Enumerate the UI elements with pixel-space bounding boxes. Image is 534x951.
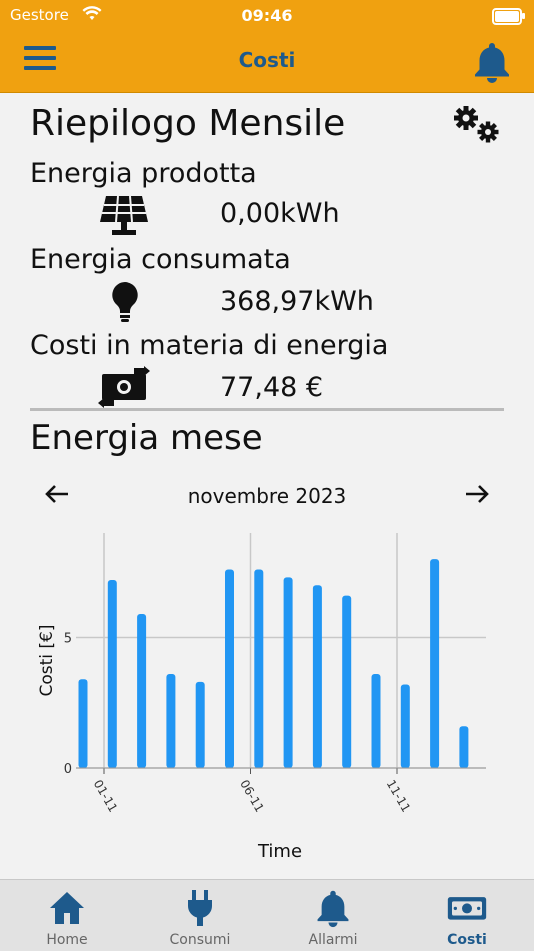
bar-02-11 — [107, 580, 117, 768]
bar-11-11 — [371, 674, 381, 768]
bar-13-11 — [430, 559, 440, 768]
x-tick-label: 01-11 — [91, 777, 121, 814]
bar-08-11 — [283, 577, 293, 768]
tab-home[interactable]: Home — [0, 880, 134, 951]
month-label: novembre 2023 — [187, 484, 347, 508]
clock: 09:46 — [241, 6, 293, 25]
y-axis-label: Costi [€] — [37, 624, 57, 696]
bar-14-11 — [459, 726, 469, 768]
battery-icon — [492, 8, 525, 25]
y-tick-label: 5 — [64, 631, 72, 646]
section-divider — [30, 408, 504, 411]
produced-label: Energia prodotta — [30, 158, 257, 189]
bar-09-11 — [312, 585, 322, 768]
tab-label-allarmi: Allarmi — [308, 932, 358, 948]
page-title: Costi — [238, 48, 296, 72]
tab-allarmi[interactable]: Allarmi — [266, 880, 400, 951]
status-bar: Gestore 09:46 — [0, 0, 534, 32]
bar-06-11 — [225, 569, 234, 768]
consumed-label: Energia consumata — [30, 244, 291, 275]
arrow-right-icon[interactable] — [464, 484, 490, 504]
tab-label-home: Home — [46, 932, 88, 948]
y-tick-label: 0 — [64, 762, 72, 777]
x-tick-label: 06-11 — [237, 777, 267, 814]
bell-icon — [317, 890, 349, 928]
energy-title: Energia mese — [30, 418, 263, 458]
solar-panel-icon — [100, 195, 148, 235]
tab-consumi[interactable]: Consumi — [133, 880, 267, 951]
bar-01-11 — [78, 679, 88, 768]
summary-title: Riepilogo Mensile — [30, 103, 346, 144]
tab-label-consumi: Consumi — [169, 932, 231, 948]
tab-costi[interactable]: Costi — [400, 880, 534, 951]
bar-04-11 — [166, 674, 176, 768]
x-tick-label: 11-11 — [384, 777, 414, 814]
cost-label: Costi in materia di energia — [30, 330, 389, 361]
bar-05-11 — [195, 681, 205, 768]
bar-03-11 — [137, 613, 147, 768]
money-icon — [447, 897, 487, 920]
tab-bar: Home Consumi Allarmi Costi — [0, 879, 534, 951]
consumed-value: 368,97kWh — [220, 286, 374, 317]
money-exchange-icon — [98, 366, 150, 408]
cost-bar-chart: 0 5 01-11 06-11 11-11 Costi [€] Time — [37, 533, 486, 862]
x-axis-label: Time — [257, 841, 302, 862]
bar-10-11 — [342, 595, 352, 768]
bell-icon[interactable] — [472, 40, 512, 84]
produced-value: 0,00kWh — [220, 198, 340, 229]
nav-bar: Costi — [0, 32, 534, 93]
cost-value: 77,48 € — [220, 372, 324, 403]
bar-07-11 — [254, 569, 264, 768]
lightbulb-icon — [112, 282, 138, 322]
tab-label-costi: Costi — [447, 932, 487, 948]
settings-gears-icon[interactable] — [452, 104, 502, 146]
home-icon — [50, 892, 84, 924]
bar-12-11 — [400, 684, 410, 768]
plug-icon — [188, 890, 212, 926]
